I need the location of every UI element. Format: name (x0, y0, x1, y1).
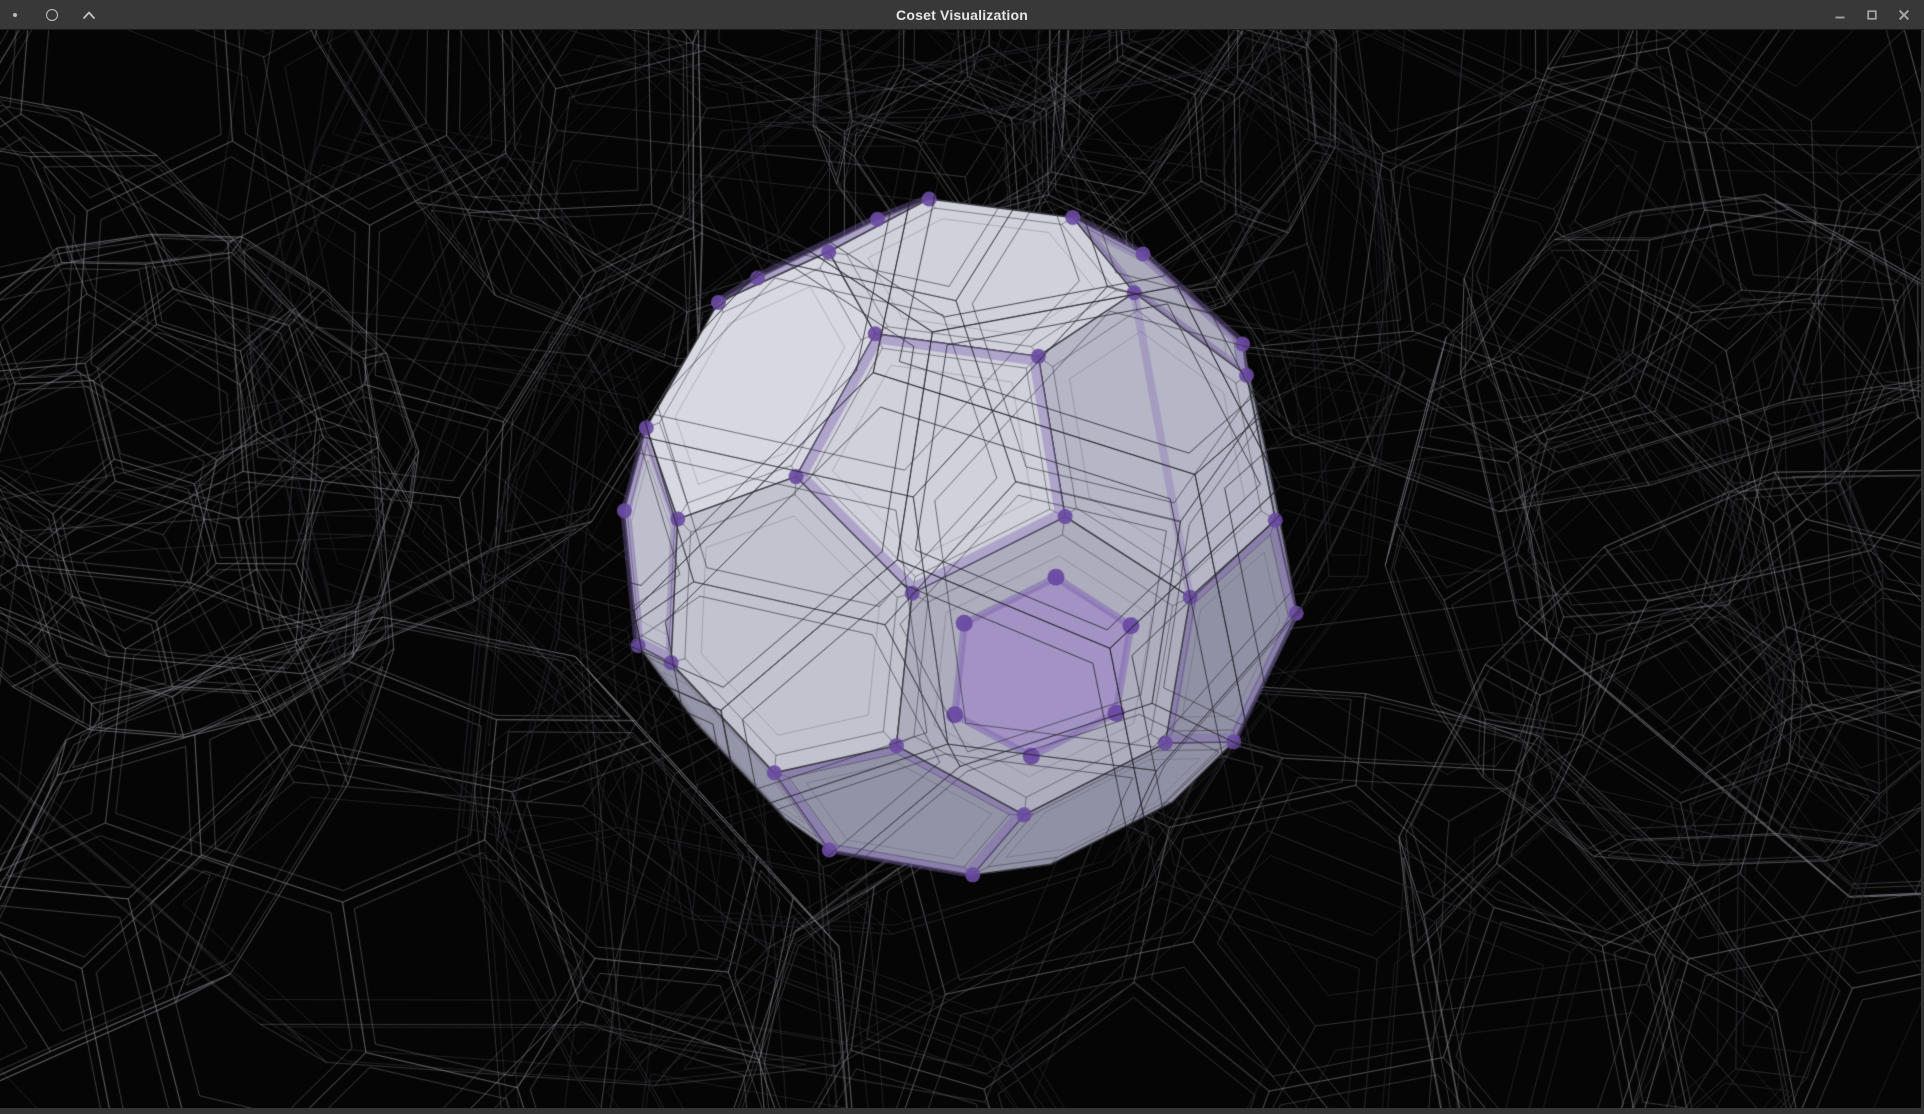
titlebar-left-icons (0, 9, 96, 21)
viewport (0, 30, 1924, 1114)
window-controls (1828, 3, 1924, 26)
maximize-button[interactable] (1860, 3, 1883, 26)
app-window: Coset Visualization (0, 0, 1924, 1114)
coset-3d-canvas[interactable] (0, 30, 1921, 1108)
titlebar: Coset Visualization (0, 0, 1924, 30)
dot-icon[interactable] (13, 13, 17, 17)
minimize-button[interactable] (1828, 3, 1851, 26)
window-title: Coset Visualization (0, 0, 1924, 29)
close-button[interactable] (1892, 3, 1915, 26)
chevron-up-icon[interactable] (82, 9, 96, 21)
circle-icon[interactable] (46, 9, 58, 21)
